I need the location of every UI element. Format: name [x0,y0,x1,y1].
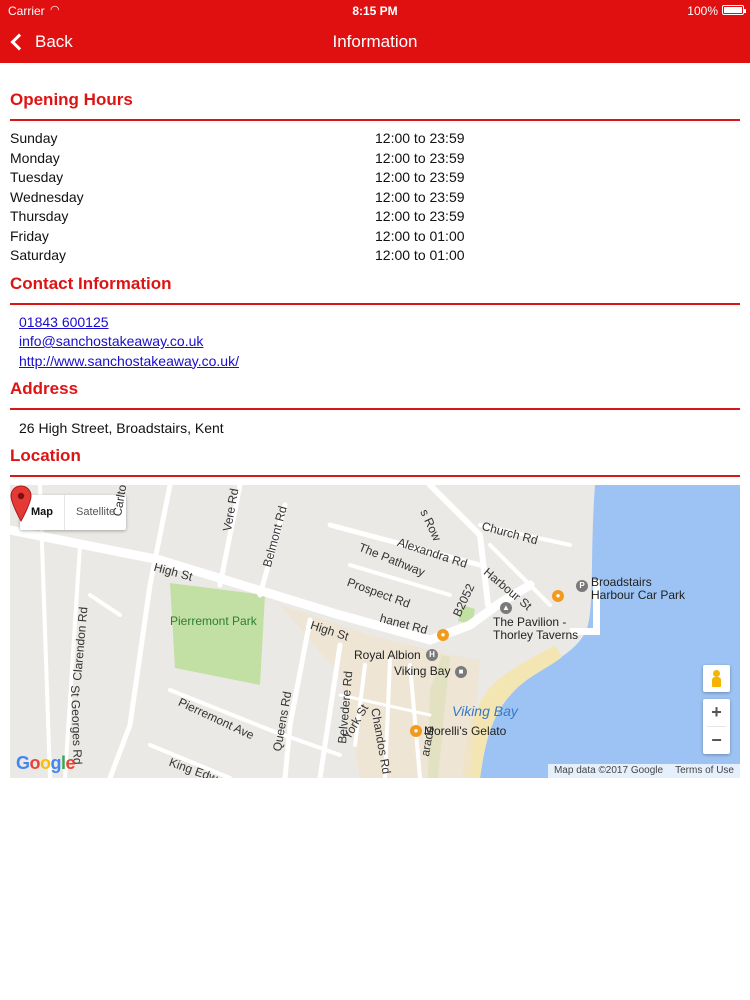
location-pin-icon[interactable] [10,485,32,523]
hours-time: 12:00 to 01:00 [375,247,465,263]
hours-day: Friday [10,227,49,244]
phone-link[interactable]: 01843 600125 [19,313,740,333]
address-text: 26 High Street, Broadstairs, Kent [19,420,224,437]
map-attribution: Map data ©2017 Google Terms of Use [547,764,740,779]
map-label-royal-albion: Royal Albion [354,648,421,663]
contact-heading: Contact Information [10,274,740,305]
email-link[interactable]: info@sanchostakeaway.co.uk [19,332,740,352]
map-label-viking-bay-poi: Viking Bay [394,664,451,679]
hours-time: 12:00 to 23:59 [375,188,465,205]
hours-time: 12:00 to 01:00 [375,227,465,244]
parking-icon: P [576,580,588,593]
clock: 8:15 PM [352,4,398,18]
map-label-the-pavilion: The Pavilion - Thorley Taverns [493,615,579,643]
hours-row: Saturday 12:00 to 01:00 [10,246,740,266]
hours-row: Tuesday 12:00 to 23:59 [10,168,740,188]
battery-percent: 100% [687,4,718,18]
hours-day: Sunday [10,130,58,146]
zoom-out-button[interactable]: − [703,727,730,754]
hours-time: 12:00 to 23:59 [375,149,465,166]
restaurant-icon: ● [552,590,564,603]
hours-day: Thursday [10,208,69,224]
restaurant-icon: ● [410,725,422,738]
zoom-in-button[interactable]: + [703,699,730,726]
navigation-bar: Back Information [0,20,750,63]
map-label-car-park: Broadstairs Harbour Car Park [591,575,686,603]
street-view-pegman-icon[interactable] [703,665,730,693]
pavilion-icon: ▲ [500,602,512,615]
map-data-credit: Map data ©2017 Google [553,765,664,777]
location-map[interactable]: Map Satellite Carlton Ave Vere Rd Belmon… [10,485,740,779]
opening-hours-list: Sunday 12:00 to 23:59 Monday 12:00 to 23:5… [10,129,740,266]
hours-time: 12:00 to 23:59 [375,208,465,224]
hours-day: Wednesday [10,188,84,205]
address-heading: Address [10,379,740,411]
location-heading: Location [10,446,740,478]
hours-row: Monday 12:00 to 23:59 [10,149,740,169]
hours-time: 12:00 to 23:59 [375,130,465,146]
opening-hours-heading: Opening Hours [10,90,740,121]
information-content: Opening Hours Sunday 12:00 to 23:59 Monda… [10,90,740,779]
status-bar: Carrier ◠ 8:15 PM 100% [0,0,750,20]
hours-day: Tuesday [10,169,64,185]
battery-icon [722,5,746,15]
top-bar: Carrier ◠ 8:15 PM 100% Back Information [0,0,750,63]
map-label-pierremont-park: Pierremont Park [170,614,257,629]
hours-day: Saturday [10,247,67,263]
hours-day: Monday [10,149,60,166]
google-logo: Google [16,753,76,774]
terms-of-use-link[interactable]: Terms of Use [669,764,740,778]
hotel-icon: H [426,649,438,662]
website-link[interactable]: http://www.sanchostakeaway.co.uk/ [19,352,740,372]
map-label-viking-bay-water: Viking Bay [452,703,518,720]
restaurant-icon: ● [437,629,449,642]
hours-time: 12:00 to 23:59 [375,169,465,185]
zoom-control: + − [703,699,730,755]
page-title: Information [332,32,418,51]
hours-row: Wednesday 12:00 to 23:59 [10,188,740,208]
hours-row: Thursday 12:00 to 23:59 [10,207,740,227]
hours-row: Friday 12:00 to 01:00 [10,227,740,247]
attraction-icon: ■ [455,666,467,679]
hours-row: Sunday 12:00 to 23:59 [10,129,740,149]
contact-list: 01843 600125 info@sanchostakeaway.co.uk … [10,305,740,380]
